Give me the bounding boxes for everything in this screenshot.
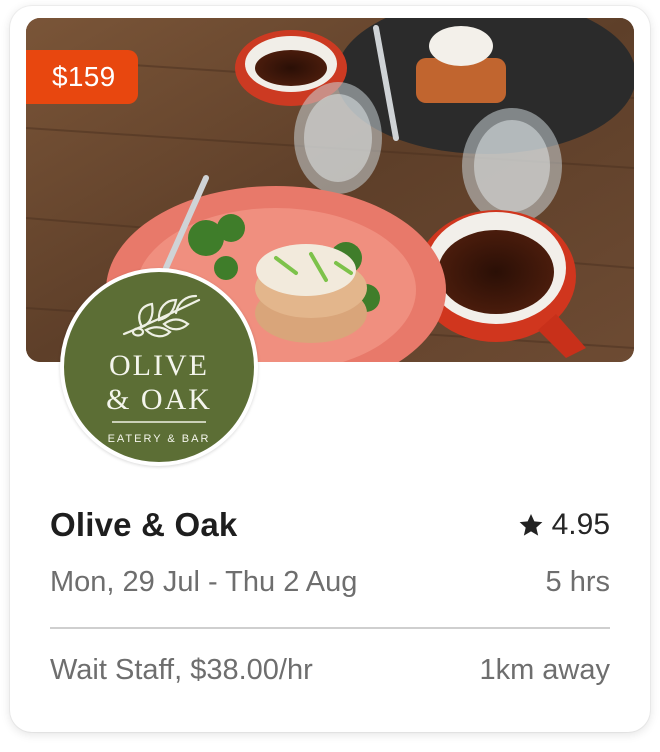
job-card[interactable]: $159 OLIVE & OAK EATERY & BAR Olive & Oa… (10, 6, 650, 732)
star-icon (519, 513, 542, 536)
olive-branch-icon (122, 294, 201, 338)
shift-dates: Mon, 29 Jul - Thu 2 Aug (50, 566, 358, 598)
role-and-rate: Wait Staff, $38.00/hr (50, 654, 313, 686)
venue-name: Olive & Oak (50, 506, 238, 543)
logo-line-1: OLIVE (109, 349, 209, 382)
price-badge: $159 (26, 50, 138, 104)
rating: 4.95 (518, 508, 610, 542)
venue-logo: OLIVE & OAK EATERY & BAR (60, 268, 258, 466)
rating-value: 4.95 (551, 508, 610, 541)
shift-duration: 5 hrs (545, 566, 610, 598)
logo-tagline: EATERY & BAR (108, 433, 211, 445)
logo-line-2: & OAK (106, 383, 212, 416)
distance: 1km away (479, 654, 610, 686)
divider (50, 627, 610, 629)
